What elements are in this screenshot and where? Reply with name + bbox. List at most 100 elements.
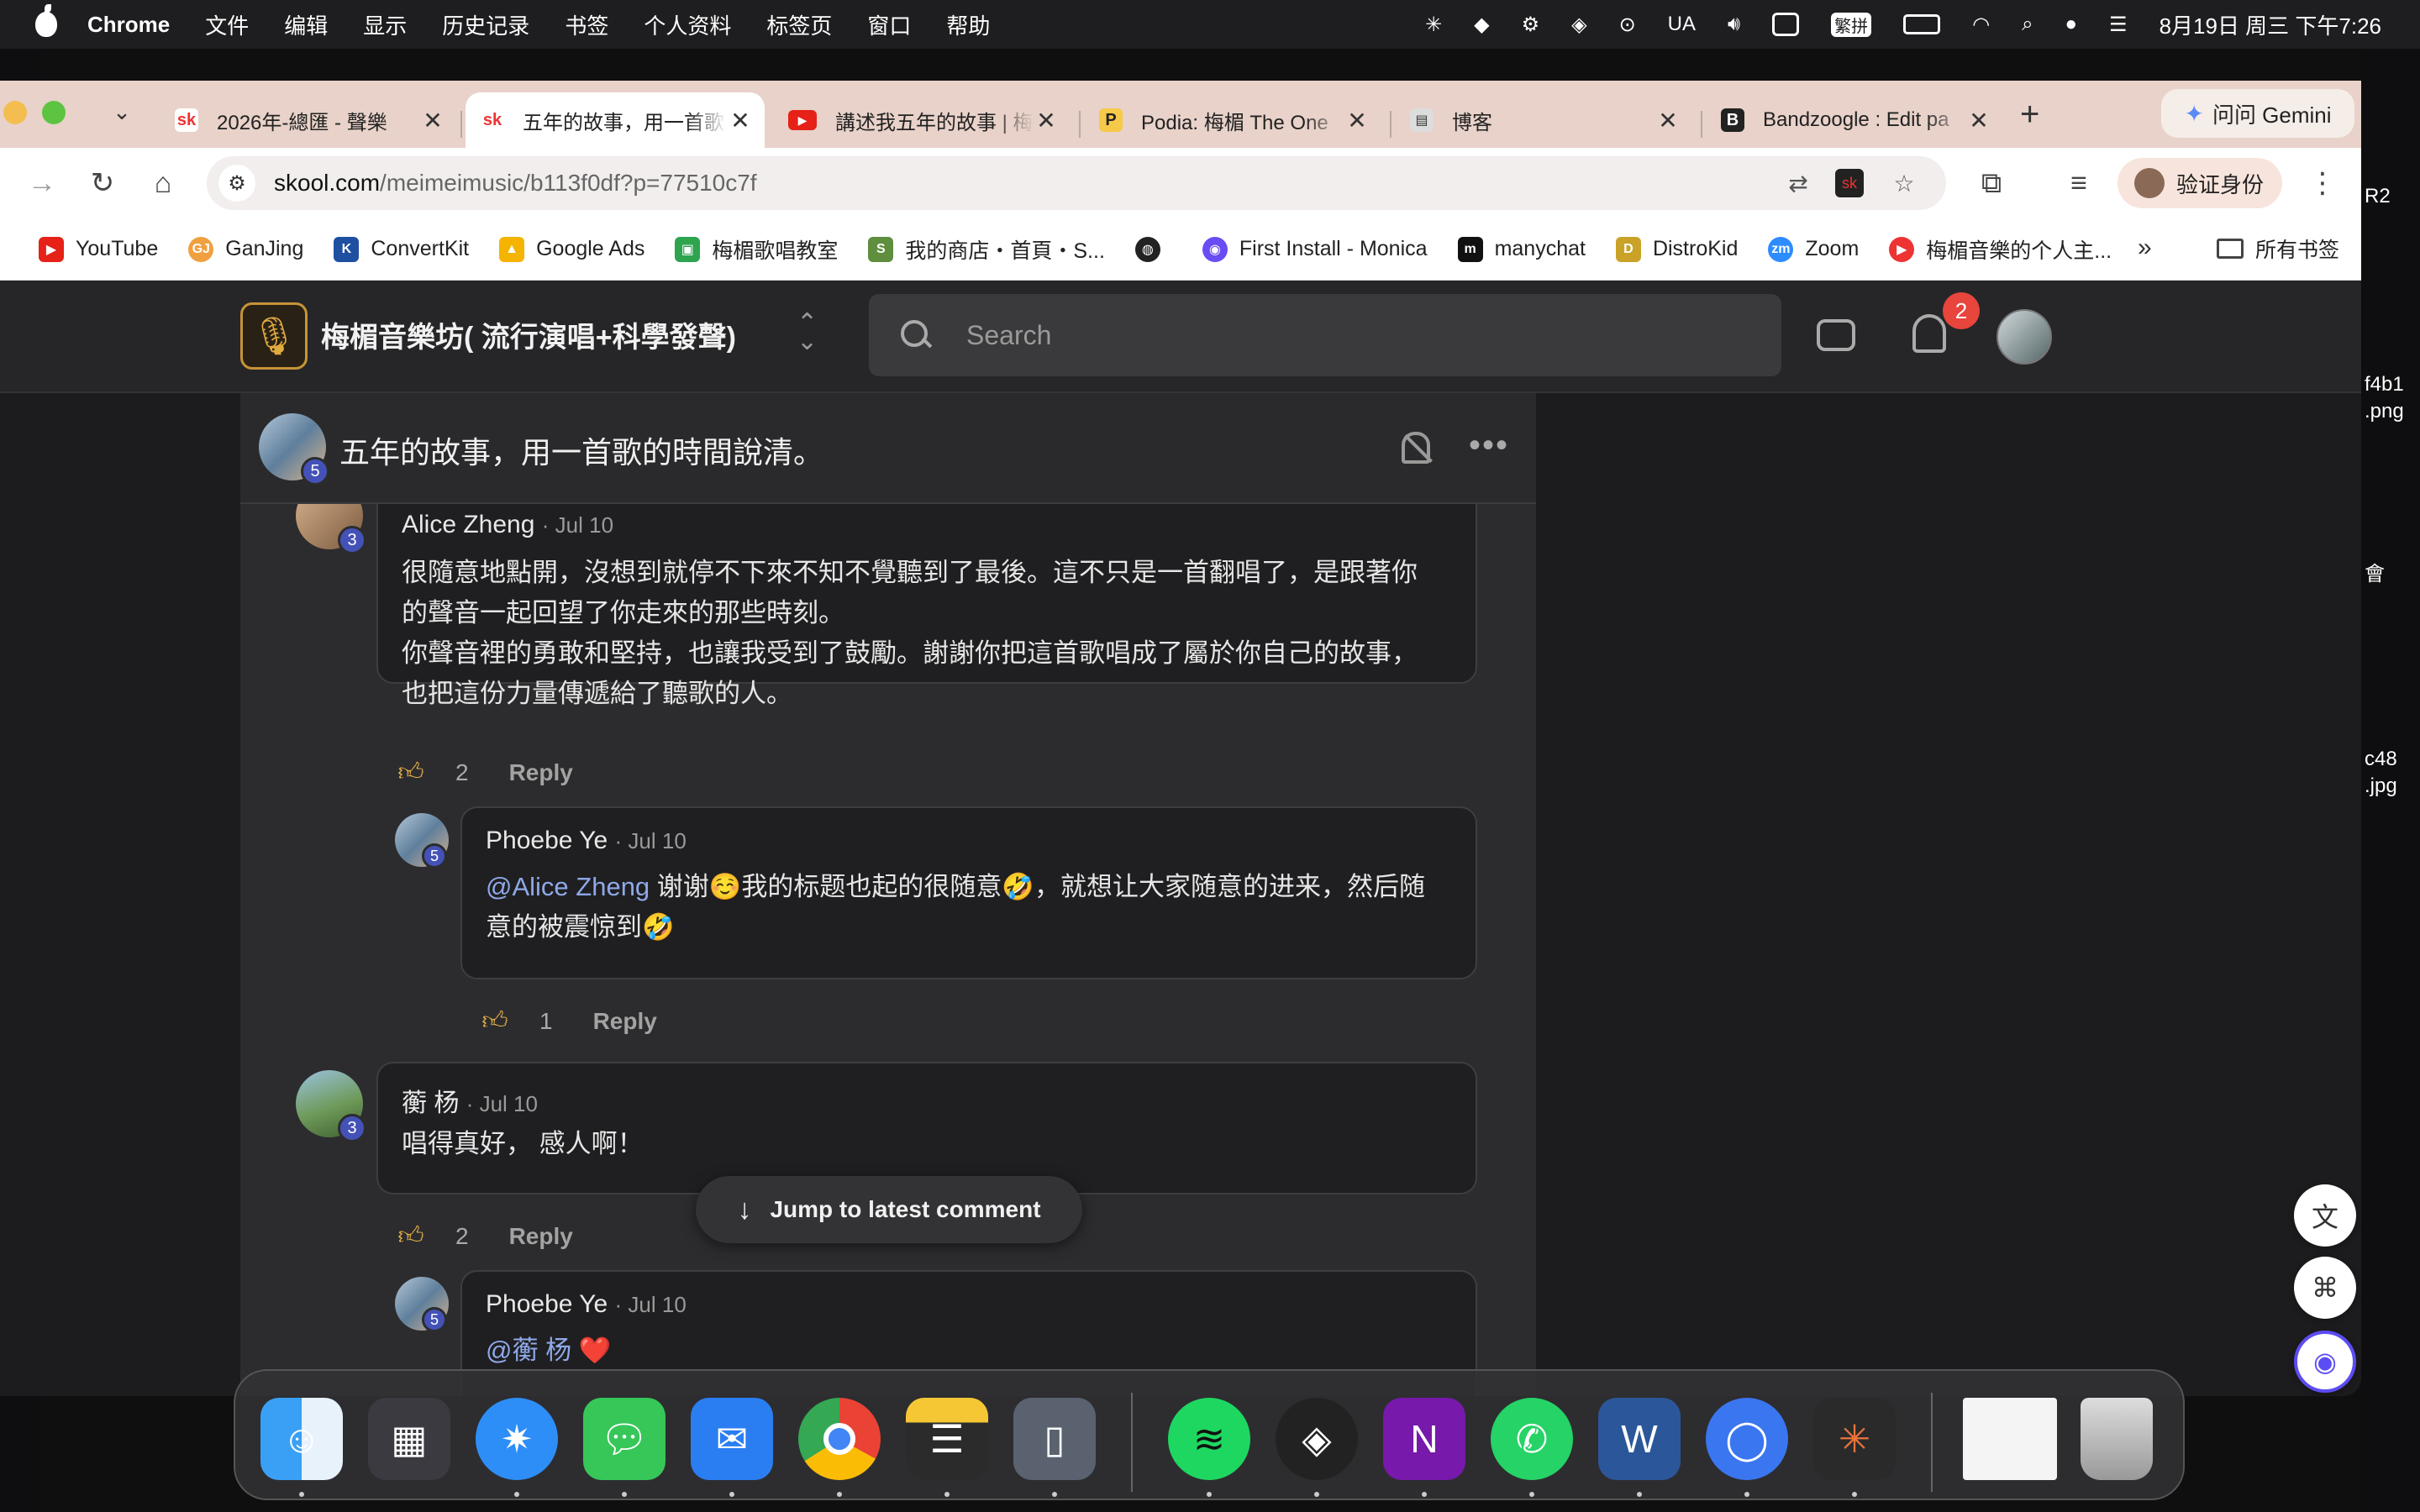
menu-file[interactable]: 文件 — [205, 9, 249, 40]
app-gear-icon[interactable]: ⚙ — [1522, 13, 1540, 37]
notes-icon[interactable]: ☰ — [906, 1398, 988, 1480]
close-tab-icon[interactable]: ✕ — [1034, 107, 1059, 134]
universal-audio-icon[interactable]: ◈ — [1571, 13, 1586, 37]
chrome-menu-kebab-icon[interactable]: ⋮ — [2304, 165, 2341, 202]
bookmark-zoom[interactable]: zm Zoom — [1768, 236, 1859, 262]
whatsapp-icon[interactable]: ✆ — [1491, 1398, 1573, 1480]
close-tab-icon[interactable]: ✕ — [1655, 107, 1681, 134]
close-tab-icon[interactable]: ✕ — [1966, 107, 1991, 134]
all-bookmarks-folder[interactable]: 所有书签 — [2217, 234, 2339, 264]
extensions-puzzle-icon[interactable]: ⧉ — [1973, 165, 2010, 202]
desktop-file-label[interactable]: .jpg — [2365, 773, 2397, 800]
tab-skool-post-active[interactable]: sk 五年的故事，用一首歌 ✕ — [466, 92, 765, 148]
control-center-icon[interactable]: ☰ — [2109, 13, 2128, 37]
menubar-clock[interactable]: 8月19日 周三 下午7:26 — [2160, 9, 2381, 40]
verify-identity-button[interactable]: 验证身份 — [2118, 158, 2282, 208]
more-options-icon[interactable]: ••• — [1469, 427, 1509, 465]
bell-off-icon[interactable] — [1402, 432, 1430, 464]
url-text[interactable]: skool.com/meimeimusic/b113f0df?p=77510c7… — [274, 170, 757, 197]
bookmark-ganjing[interactable]: GJ GanJing — [188, 236, 303, 262]
like-thumb-icon[interactable]: 👍︎ — [397, 1222, 424, 1250]
desktop-file-label[interactable]: 會 — [2365, 561, 2385, 588]
tab-podia[interactable]: P Podia: 梅楣 The One ✕ — [1084, 92, 1381, 148]
reload-icon[interactable]: ↻ — [84, 165, 121, 202]
chat-bubble-icon[interactable] — [1817, 319, 1855, 351]
shortcut-diamond-icon[interactable]: ◆ — [1474, 13, 1489, 37]
comments-list[interactable]: 3 Alice Zheng · Jul 10 很隨意地點開，沒想到就停不下來不知… — [240, 504, 1536, 1396]
tab-skool-overview[interactable]: sk 2026年-總匯 - 聲樂 ✕ — [160, 92, 457, 148]
tab-youtube[interactable]: ▶ 講述我五年的故事 | 梅 ✕ — [773, 92, 1071, 148]
comment-author[interactable]: Phoebe Ye — [486, 827, 608, 854]
reply-button[interactable]: Reply — [509, 1223, 573, 1250]
simulator-icon[interactable]: ▯ — [1013, 1398, 1096, 1480]
media-controls-icon[interactable]: ≡ — [2060, 165, 2097, 202]
safari-icon[interactable]: ✷ — [476, 1398, 558, 1480]
claude-icon[interactable]: ✳ — [1813, 1398, 1896, 1480]
universal-audio-icon[interactable]: ◈ — [1276, 1398, 1358, 1480]
user-avatar[interactable] — [1996, 309, 2052, 365]
group-switcher-chevrons-icon[interactable]: ⌃ ⌄ — [797, 311, 818, 354]
spotlight-search-icon[interactable]: ⌕ — [2022, 13, 2033, 36]
notifications-bell-icon[interactable] — [1912, 314, 1946, 353]
group-name[interactable]: 梅楣音樂坊( 流行演唱+科學發聲) — [321, 314, 736, 355]
recent-document-thumbnail[interactable] — [1963, 1398, 2057, 1480]
spotify-icon[interactable]: ≋ — [1168, 1398, 1250, 1480]
search-box[interactable] — [869, 294, 1781, 376]
bookmark-youtube[interactable]: ▶ YouTube — [39, 236, 158, 262]
site-info-tune-icon[interactable]: ⚙ — [218, 165, 255, 202]
comment-date[interactable]: Jul 10 — [555, 512, 613, 538]
close-tab-icon[interactable]: ✕ — [1344, 107, 1370, 134]
mention-link[interactable]: @Alice Zheng — [486, 872, 650, 901]
apps-grid-float-icon[interactable]: ⌘ — [2294, 1257, 2356, 1319]
translate-float-icon[interactable]: 文 — [2294, 1184, 2356, 1247]
comment-date[interactable]: Jul 10 — [480, 1091, 538, 1116]
finder-icon[interactable]: ☺ — [260, 1398, 343, 1480]
new-tab-plus-icon[interactable]: + — [2020, 96, 2039, 134]
perplexity-icon[interactable]: ✳ — [1425, 13, 1442, 37]
chrome-icon[interactable] — [798, 1398, 881, 1480]
bookmark-personal-page[interactable]: ▶ 梅楣音樂的个人主... — [1889, 234, 2112, 265]
translate-page-icon[interactable]: ⇄ — [1781, 166, 1815, 200]
volume-icon[interactable]: 🔊︎ — [1728, 13, 1740, 36]
wifi-icon[interactable]: ◠ — [1972, 13, 1990, 37]
battery-icon[interactable] — [1903, 14, 1941, 34]
comment-author[interactable]: Phoebe Ye — [486, 1290, 608, 1318]
siri-icon[interactable]: ● — [2065, 13, 2078, 36]
zoom-window-button[interactable] — [42, 101, 66, 124]
search-input[interactable] — [966, 319, 1723, 351]
minimize-window-button[interactable] — [3, 101, 27, 124]
reply-button[interactable]: Reply — [509, 759, 573, 786]
tab-blog[interactable]: ▤ 博客 ✕ — [1395, 92, 1692, 148]
bookmark-distrokid[interactable]: D DistroKid — [1615, 236, 1738, 262]
comment-date[interactable]: Jul 10 — [628, 1292, 686, 1317]
group-logo-microphone-icon[interactable]: 🎙 — [240, 302, 308, 370]
reply-button[interactable]: Reply — [593, 1008, 657, 1035]
address-bar[interactable]: ⚙ skool.com/meimeimusic/b113f0df?p=77510… — [207, 156, 1946, 210]
display-icon[interactable] — [1772, 13, 1800, 36]
close-tab-icon[interactable]: ✕ — [420, 107, 445, 134]
close-tab-icon[interactable]: ✕ — [728, 107, 753, 134]
launchpad-icon[interactable]: ▦ — [368, 1398, 450, 1480]
menu-history[interactable]: 历史记录 — [442, 9, 529, 40]
menu-tab[interactable]: 标签页 — [766, 9, 832, 40]
like-thumb-icon[interactable]: 👍︎ — [397, 759, 424, 786]
menu-app-name[interactable]: Chrome — [87, 12, 170, 38]
desktop-file-label[interactable]: c48 — [2365, 746, 2397, 773]
skool-extension-icon[interactable]: sk — [1835, 169, 1864, 197]
bookmark-star-icon[interactable]: ☆ — [1887, 166, 1921, 200]
monica-assistant-float-icon[interactable]: ◉ — [2294, 1331, 2356, 1393]
tab-search-chevron-icon[interactable]: ⌄ — [108, 99, 136, 128]
bookmark-monica[interactable]: ◉ First Install - Monica — [1202, 236, 1428, 262]
trash-icon[interactable] — [2081, 1398, 2153, 1480]
signal-icon[interactable]: ◯ — [1706, 1398, 1788, 1480]
menu-edit[interactable]: 编辑 — [284, 9, 328, 40]
more-bookmarks-chevron-icon[interactable]: » — [2138, 234, 2152, 262]
home-icon[interactable]: ⌂ — [145, 165, 182, 202]
onenote-icon[interactable]: N — [1383, 1398, 1465, 1480]
messages-icon[interactable]: 💬︎ — [583, 1398, 666, 1480]
jump-to-latest-comment-button[interactable]: ↓ Jump to latest comment — [696, 1176, 1082, 1243]
mention-link[interactable]: @蘅 杨 — [486, 1336, 571, 1365]
play-circle-icon[interactable]: ⊙ — [1619, 13, 1636, 37]
bookmark-shopify-store[interactable]: S 我的商店・首頁・S... — [868, 234, 1105, 265]
bookmark-convertkit[interactable]: K ConvertKit — [334, 236, 469, 262]
